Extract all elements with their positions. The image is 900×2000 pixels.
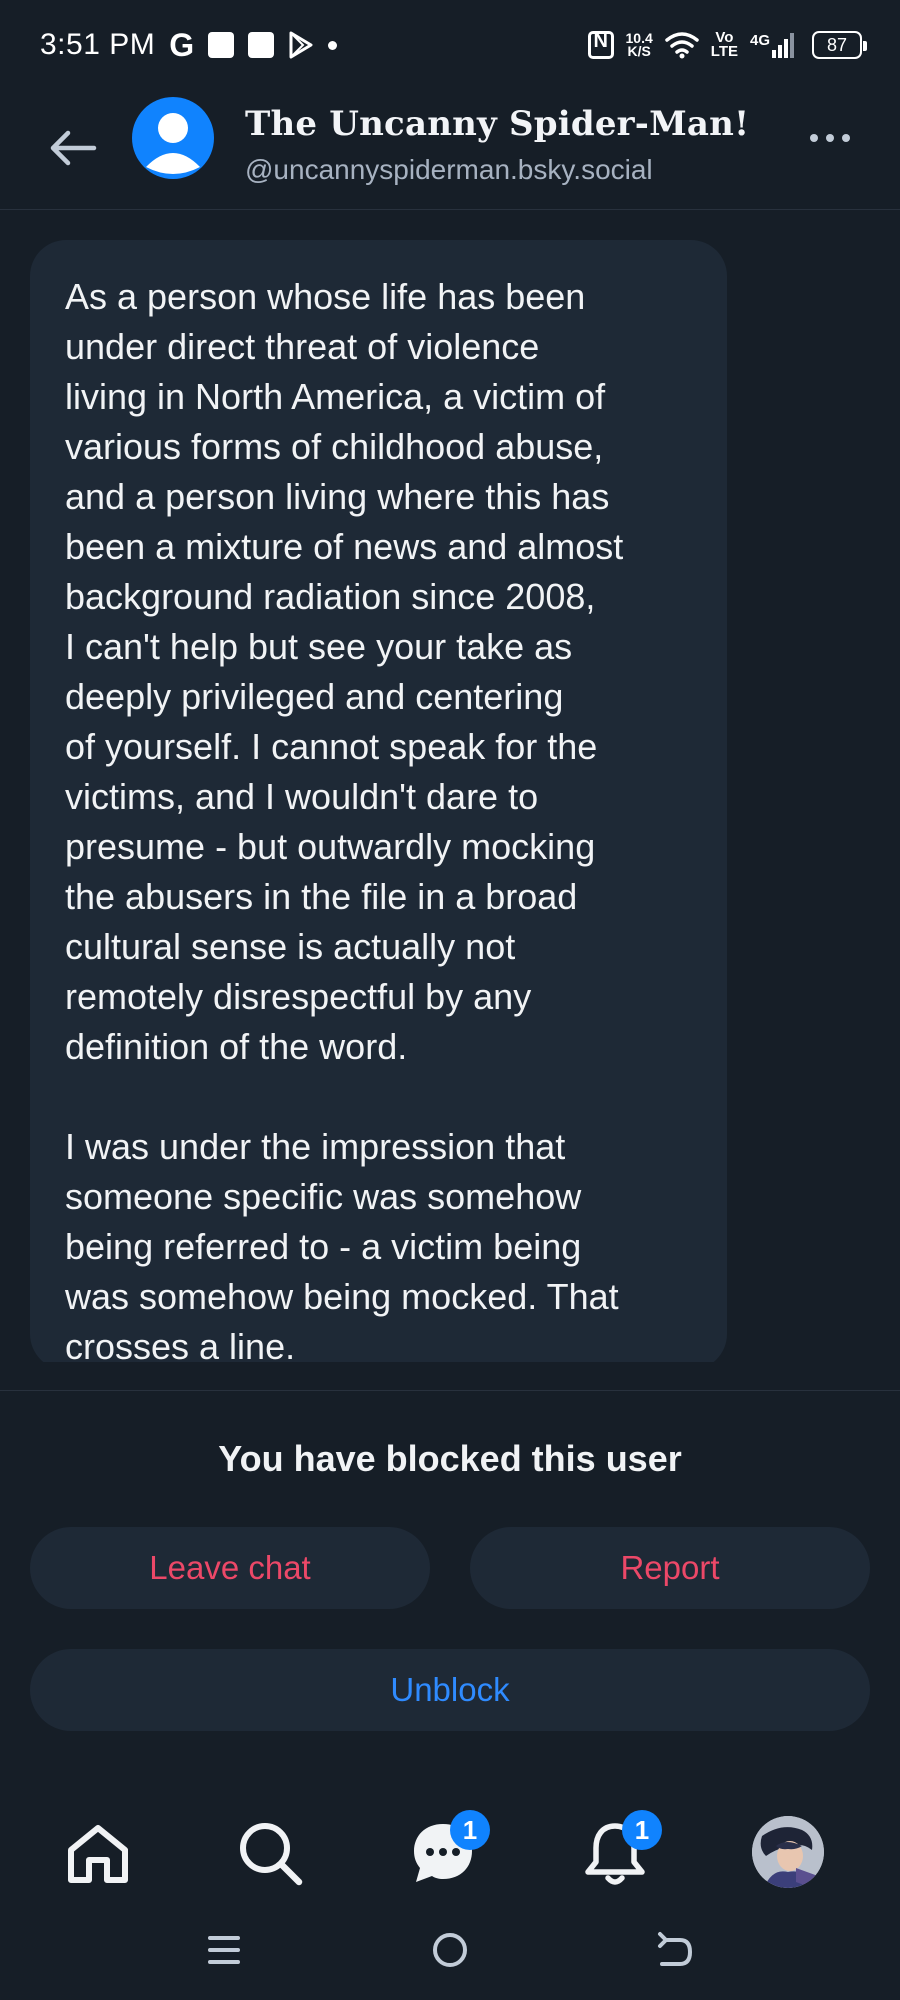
dot	[826, 134, 834, 142]
status-bar: 3:51 PM G 10.4 K/S Vo LTE 4G	[0, 0, 900, 90]
chat-header: The Uncanny Spider-Man! @uncannyspiderma…	[0, 90, 900, 210]
message-paragraph: As a person whose life has been under di…	[65, 276, 624, 1067]
profile-avatar-icon	[752, 1816, 824, 1888]
bottom-nav: 1 1	[0, 1790, 900, 1910]
chat-badge: 1	[450, 1810, 490, 1850]
app-notification-icon	[248, 32, 275, 58]
wifi-icon	[665, 32, 699, 59]
google-icon: G	[169, 26, 195, 63]
app-notification-icon	[208, 32, 235, 58]
battery-level: 87	[826, 34, 848, 55]
default-user-icon	[146, 113, 200, 174]
leave-chat-button[interactable]: Leave chat	[30, 1527, 430, 1609]
avatar[interactable]	[132, 97, 214, 179]
volte-bottom: LTE	[710, 43, 738, 60]
notifications-badge: 1	[622, 1810, 662, 1850]
home-icon	[68, 1825, 128, 1883]
system-home-icon[interactable]	[428, 1928, 472, 1972]
network-speed-unit: K/S	[627, 43, 651, 59]
play-store-icon	[289, 31, 313, 59]
blocked-notice: You have blocked this user	[218, 1438, 682, 1479]
network-type: 4G	[749, 32, 770, 49]
nfc-icon	[587, 30, 614, 59]
nav-home[interactable]	[63, 1818, 133, 1888]
more-options-icon[interactable]	[810, 134, 850, 142]
message-bubble[interactable]: As a person whose life has been under di…	[30, 240, 727, 1362]
report-button[interactable]: Report	[470, 1527, 870, 1609]
nav-chat[interactable]: 1	[408, 1810, 490, 1888]
nav-profile-avatar[interactable]	[752, 1816, 824, 1888]
dot	[842, 134, 850, 142]
unblock-button[interactable]: Unblock	[30, 1649, 870, 1731]
network-speed: 10.4 K/S	[626, 31, 653, 59]
status-time: 3:51 PM	[40, 28, 156, 61]
more-notifications-dot-icon	[328, 40, 338, 50]
signal-icon	[772, 33, 794, 58]
nav-search[interactable]	[235, 1818, 305, 1888]
nav-notifications[interactable]: 1	[580, 1810, 662, 1888]
dot	[810, 134, 818, 142]
back-arrow-icon[interactable]	[44, 118, 104, 178]
signal-indicator: 4G	[750, 32, 796, 58]
recent-apps-icon[interactable]	[202, 1928, 246, 1972]
divider	[0, 1390, 900, 1391]
volte-indicator: Vo LTE	[710, 30, 738, 60]
status-left: 3:51 PM G	[40, 26, 338, 64]
battery-icon: 87	[812, 31, 867, 59]
system-nav-bar	[0, 1912, 900, 2000]
user-handle[interactable]: @uncannyspiderman.bsky.social	[245, 154, 653, 186]
status-right: 10.4 K/S Vo LTE 4G 87	[587, 30, 867, 60]
system-back-icon[interactable]	[652, 1928, 696, 1972]
page-title[interactable]: The Uncanny Spider-Man!	[245, 104, 749, 144]
message-paragraph: I was under the impression that someone …	[65, 1126, 619, 1362]
message-list[interactable]: As a person whose life has been under di…	[0, 210, 900, 1362]
search-icon	[240, 1823, 303, 1886]
